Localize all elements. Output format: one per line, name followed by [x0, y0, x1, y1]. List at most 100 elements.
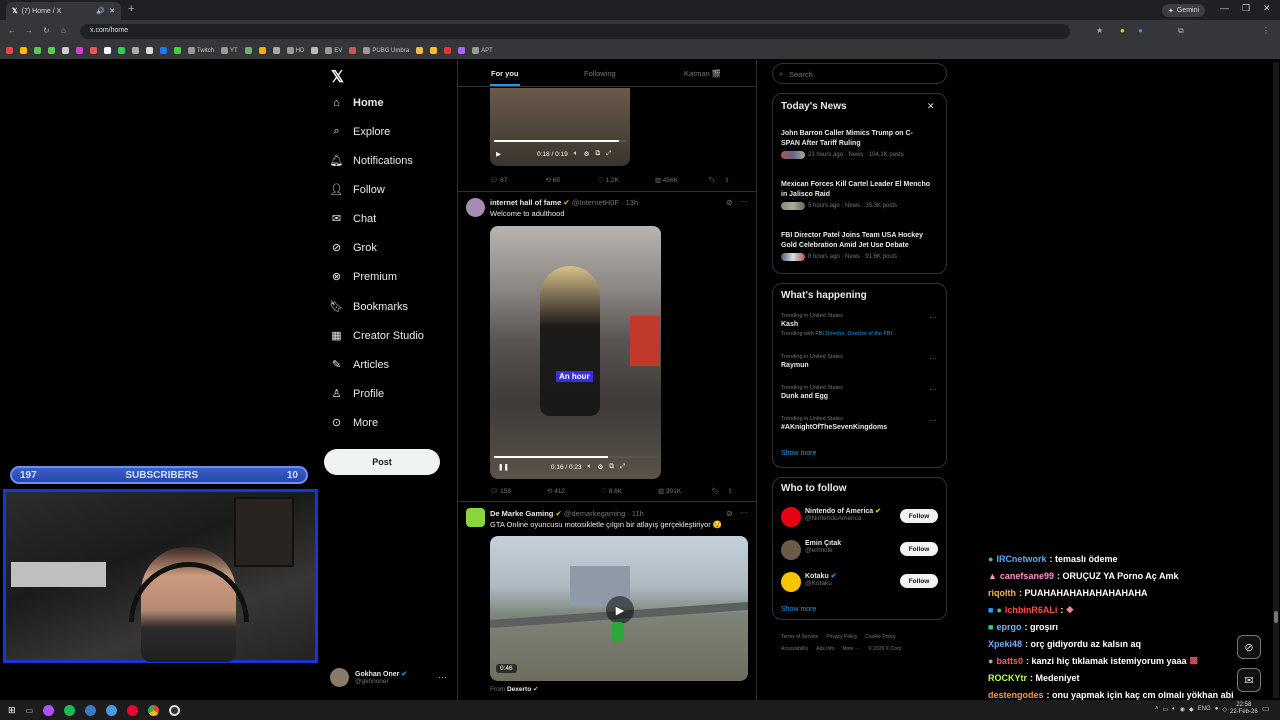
- minimize-button[interactable]: —: [1220, 3, 1229, 13]
- back-icon[interactable]: ←: [8, 26, 16, 35]
- bookmark-icon[interactable]: [444, 47, 452, 54]
- bookmark-icon[interactable]: [118, 47, 125, 54]
- page-scrollbar[interactable]: [1273, 62, 1279, 698]
- trend-sub-link[interactable]: FBI Director, Director of the FBI: [815, 331, 892, 337]
- video-progress-track[interactable]: [494, 456, 657, 458]
- bookmark-folder-pubg[interactable]: PUBG Umbra: [363, 47, 409, 54]
- network-icon[interactable]: ▭: [1163, 706, 1169, 713]
- trend-more-icon[interactable]: ···: [929, 313, 937, 322]
- reply-icon[interactable]: 💬︎: [490, 487, 498, 495]
- spotify-icon[interactable]: [64, 704, 76, 716]
- nav-bookmarks[interactable]: 🔖︎ Bookmarks: [330, 300, 409, 314]
- nav-articles[interactable]: ✎ Articles: [330, 358, 389, 372]
- app-tray-icon[interactable]: ●: [1215, 706, 1219, 713]
- trend-more-icon[interactable]: ···: [929, 416, 937, 425]
- like-icon[interactable]: ♡: [598, 176, 604, 184]
- file-explorer-icon[interactable]: ▭: [26, 706, 34, 715]
- account-name[interactable]: Nintendo of America: [805, 508, 873, 515]
- like-icon[interactable]: ♡: [601, 487, 607, 495]
- account-more-icon[interactable]: ···: [438, 672, 447, 682]
- reload-icon[interactable]: ↻: [43, 26, 50, 35]
- bookmark-icon[interactable]: [76, 47, 83, 54]
- bookmark-icon[interactable]: [458, 47, 466, 54]
- nav-more[interactable]: ⊙ More: [330, 416, 378, 430]
- bookmark-icon[interactable]: [258, 47, 266, 54]
- reply-icon[interactable]: 💬︎: [490, 176, 498, 184]
- avatar[interactable]: [781, 507, 801, 527]
- views-icon[interactable]: ▥: [655, 176, 661, 184]
- bookmark-icon[interactable]: [349, 47, 357, 54]
- tab-katman[interactable]: Katman 🎬: [684, 69, 721, 78]
- news-item[interactable]: FBI Director Patel Joins Team USA Hockey…: [781, 231, 931, 261]
- trend-item[interactable]: Trending in United States Kash Trending …: [781, 313, 892, 337]
- tweet-more-icon[interactable]: ···: [740, 197, 748, 206]
- tab-for-you[interactable]: For you: [491, 69, 519, 78]
- bookmark-icon[interactable]: [244, 47, 252, 54]
- bookmark-icon[interactable]: 🔖︎: [711, 487, 719, 495]
- from-account[interactable]: Dexerto: [507, 686, 531, 693]
- bookmark-folder-yt[interactable]: YT: [221, 47, 238, 54]
- footer-link[interactable]: More ···: [842, 646, 860, 652]
- app-tray-icon[interactable]: ◉: [1180, 706, 1185, 713]
- maximize-button[interactable]: ❐: [1242, 3, 1250, 14]
- nav-premium[interactable]: ⊗ Premium: [330, 270, 397, 284]
- play-icon[interactable]: ▶: [606, 596, 634, 624]
- repost-icon[interactable]: ⟲: [545, 176, 550, 184]
- account-switcher[interactable]: Gokhan Oner ✔ @gkhnoner: [330, 668, 407, 687]
- avatar[interactable]: [781, 572, 801, 592]
- bookmark-icon[interactable]: [48, 47, 55, 54]
- bookmark-icon[interactable]: [430, 47, 438, 54]
- trend-item[interactable]: Trending in United States #AKnightOfTheS…: [781, 416, 887, 431]
- nav-profile[interactable]: ♙ Profile: [330, 387, 385, 401]
- extension-icon[interactable]: ●: [1120, 26, 1125, 35]
- bookmark-star-icon[interactable]: ★: [1096, 26, 1103, 35]
- tweet-author-name[interactable]: De Marke Gaming: [490, 509, 553, 518]
- follow-button[interactable]: Follow: [900, 574, 938, 588]
- app-icon[interactable]: [43, 704, 55, 716]
- bookmark-icon[interactable]: [160, 47, 167, 54]
- tweet-author-handle[interactable]: @demarkegaming · 11h: [564, 509, 644, 518]
- settings-icon[interactable]: ⚙: [598, 463, 604, 471]
- language-indicator[interactable]: ENG: [1198, 706, 1211, 713]
- app-icon[interactable]: [106, 704, 118, 716]
- close-window-button[interactable]: ✕: [1263, 3, 1271, 14]
- new-tab-button[interactable]: +: [128, 3, 134, 15]
- nav-explore[interactable]: ⌕ Explore: [330, 125, 390, 138]
- tweet-video[interactable]: ▶ 0:18 / 0:19 🔈︎ ⚙ ⧉ ⤢: [490, 88, 630, 166]
- nav-grok[interactable]: ⊘ Grok: [330, 241, 377, 255]
- bookmark-icon[interactable]: [104, 47, 111, 54]
- bookmark-icon[interactable]: [62, 47, 69, 54]
- bookmark-icon[interactable]: [132, 47, 139, 54]
- bookmark-icon[interactable]: [6, 47, 13, 54]
- grok-icon[interactable]: ⊘: [726, 198, 733, 207]
- volume-icon[interactable]: 🔈︎: [1172, 706, 1176, 713]
- footer-link[interactable]: Cookie Policy: [865, 634, 895, 640]
- views-icon[interactable]: ▥: [658, 487, 664, 495]
- footer-link[interactable]: Accessibility: [781, 646, 808, 652]
- obs-icon[interactable]: [169, 704, 181, 716]
- show-more-link[interactable]: Show more: [781, 450, 816, 457]
- trend-more-icon[interactable]: ···: [929, 385, 937, 394]
- app-tray-icon[interactable]: ◆: [1189, 706, 1194, 713]
- chrome-icon[interactable]: [148, 704, 160, 716]
- pip-icon[interactable]: ⧉: [595, 150, 600, 158]
- footer-link[interactable]: Terms of Service: [781, 634, 818, 640]
- x-logo-icon[interactable]: 𝕏: [331, 67, 344, 87]
- avatar[interactable]: [466, 198, 485, 217]
- bookmark-icon[interactable]: [90, 47, 97, 54]
- news-item[interactable]: John Barron Caller Mimics Trump on C-SPA…: [781, 129, 931, 159]
- chevron-up-icon[interactable]: ˄: [1155, 706, 1159, 713]
- bookmark-folder-apt[interactable]: APT: [472, 47, 493, 54]
- volume-icon[interactable]: 🔈︎: [588, 463, 592, 471]
- steam-icon[interactable]: [85, 704, 97, 716]
- bookmark-icon[interactable]: [272, 47, 280, 54]
- nav-notifications[interactable]: 🔔︎ Notifications: [330, 154, 413, 168]
- repost-icon[interactable]: ⟲: [547, 487, 552, 495]
- nav-creator-studio[interactable]: ▦ Creator Studio: [330, 329, 424, 343]
- show-more-link[interactable]: Show more: [781, 606, 816, 613]
- pip-icon[interactable]: ⧉: [609, 463, 614, 471]
- post-button[interactable]: Post: [324, 449, 440, 475]
- settings-icon[interactable]: ⚙: [584, 150, 590, 158]
- tab-audio-icon[interactable]: 🔊: [96, 7, 105, 15]
- bookmark-icon[interactable]: [174, 47, 181, 54]
